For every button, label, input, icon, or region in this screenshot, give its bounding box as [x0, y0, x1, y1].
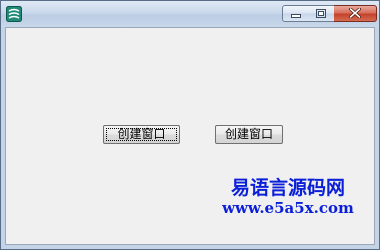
minimize-icon: [290, 5, 301, 23]
maximize-button[interactable]: [308, 5, 335, 22]
watermark: 易语言源码网 www.e5a5x.com: [213, 177, 363, 217]
watermark-title: 易语言源码网: [230, 177, 345, 199]
close-button[interactable]: [334, 5, 377, 22]
button-label: 创建窗口: [117, 127, 166, 141]
close-icon: [349, 5, 361, 23]
title-bar[interactable]: [1, 1, 379, 27]
create-window-button-1[interactable]: 创建窗口: [103, 125, 180, 144]
button-label: 创建窗口: [224, 127, 273, 141]
watermark-url: www.e5a5x.com: [222, 199, 354, 217]
minimize-button[interactable]: [282, 5, 309, 22]
app-logo-icon[interactable]: [6, 6, 22, 22]
app-window: 创建窗口 创建窗口 易语言源码网 www.e5a5x.com: [0, 0, 380, 250]
create-window-button-2[interactable]: 创建窗口: [215, 125, 283, 144]
maximize-icon: [316, 5, 326, 23]
